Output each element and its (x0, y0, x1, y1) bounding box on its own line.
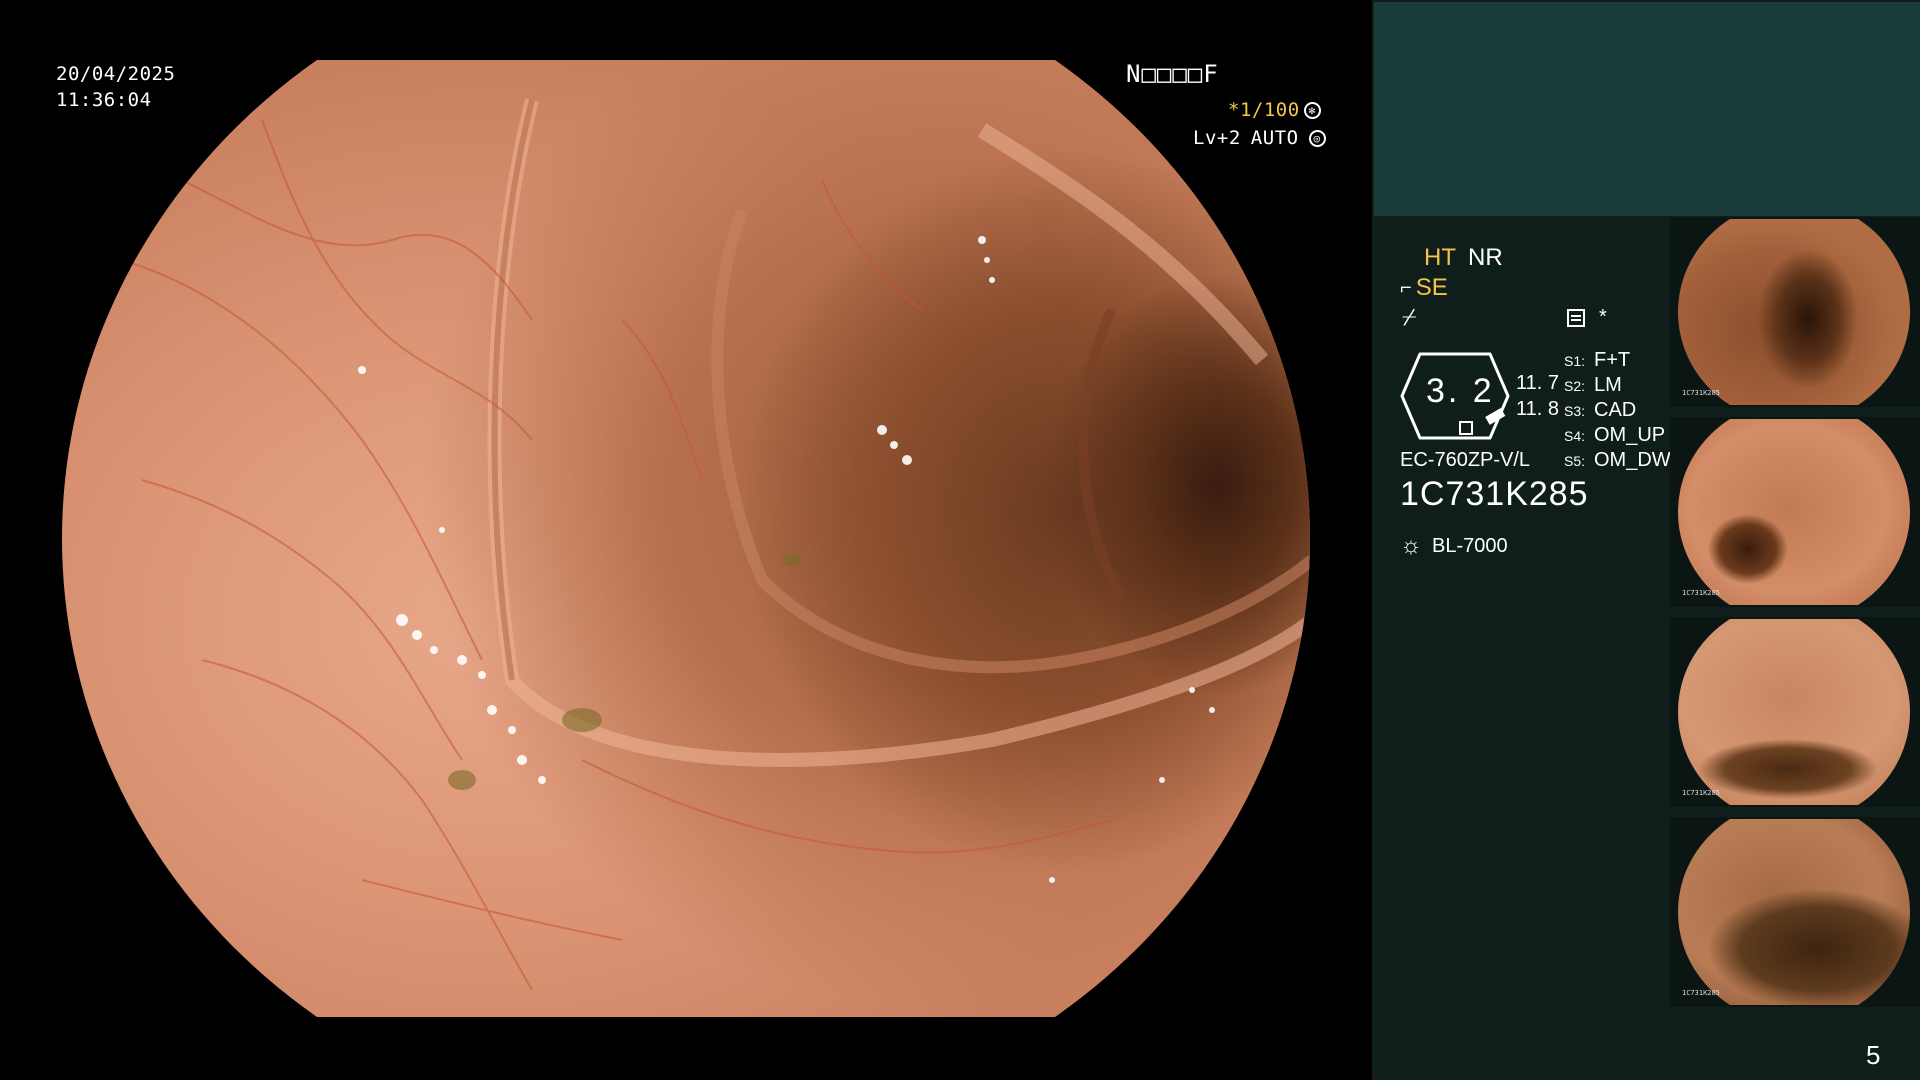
switch-item: S1: F+T (1564, 349, 1671, 374)
light-source-row: ☼ BL-7000 (1400, 532, 1508, 560)
light-source: BL-7000 (1432, 534, 1508, 557)
switch-item: S5: OM_DW (1564, 449, 1671, 474)
time-text: 11:36:04 (56, 89, 152, 111)
switch-key: S2: (1564, 378, 1586, 394)
captured-thumbnail[interactable]: 1C731K285 (1670, 417, 1920, 607)
fan-icon: ✻ (1303, 101, 1321, 119)
enhance-icon: ⌿ (1402, 304, 1417, 331)
iris-icon: ◎ (1308, 129, 1326, 147)
switch-value: CAD (1594, 399, 1637, 421)
gauge-marker (1459, 421, 1473, 435)
panel-header (1374, 2, 1920, 216)
se-label: SE (1415, 274, 1448, 301)
captured-thumbnail[interactable]: 1C731K285 (1670, 617, 1920, 807)
level-indicator: Lv+2 AUTO ◎ (1193, 126, 1326, 150)
info-panel: HT NR ⌐ SE ⌿ * 3. 2 11. 7 11. 8 S1: F+T … (1372, 0, 1920, 1080)
thumbnail-label: 1C731K285 (1682, 389, 1720, 397)
switch-item: S2: LM (1564, 374, 1671, 399)
switch-value: OM_UP (1594, 424, 1666, 446)
gauge-reading-2: 11. 8 (1516, 398, 1559, 420)
captured-thumbnail[interactable]: 1C731K285 (1670, 817, 1920, 1007)
asterisk-mark: * (1599, 306, 1607, 328)
lamp-icon: ☼ (1400, 532, 1422, 559)
date-text: 20/04/2025 (56, 63, 176, 85)
zoom-value: 3. 2 (1426, 372, 1495, 410)
patient-id: N□□□□F (1126, 60, 1219, 88)
switch-key: S1: (1564, 353, 1586, 369)
switch-value: F+T (1594, 349, 1631, 371)
image-mode-row: HT NR (1424, 244, 1503, 272)
thumbnail-image (1678, 219, 1910, 405)
thumbnail-image (1678, 419, 1910, 605)
enhancement-level: Lv+2 (1193, 127, 1241, 149)
image-count: 5 (1866, 1040, 1881, 1070)
thumbnail-label: 1C731K285 (1682, 589, 1720, 597)
captured-thumbnail[interactable]: 1C731K285 (1670, 217, 1920, 407)
switch-key: S4: (1564, 428, 1586, 444)
thumbnail-label: 1C731K285 (1682, 789, 1720, 797)
switch-value: LM (1594, 374, 1622, 396)
thumbnail-image (1678, 619, 1910, 805)
scope-model: EC-760ZP-V/L (1400, 449, 1531, 471)
thumbnail-label: 1C731K285 (1682, 989, 1720, 997)
memo-icon (1567, 308, 1585, 327)
scope-serial: 1C731K285 (1400, 475, 1589, 513)
switch-item: S4: OM_UP (1564, 424, 1671, 449)
switch-value: OM_DW (1594, 449, 1671, 471)
switch-key: S5: (1564, 453, 1586, 469)
structure-enhance-icon: ⌐ (1400, 276, 1412, 299)
switch-key: S3: (1564, 403, 1586, 419)
thumbnail-image (1678, 819, 1910, 1005)
structure-enhance-row: ⌐ SE (1400, 274, 1448, 302)
endoscopic-image (62, 60, 1310, 1017)
shutter-indicator: *1/100 ✻ (1228, 98, 1321, 122)
memo-row: * (1567, 306, 1607, 329)
shutter-speed: *1/100 (1228, 99, 1300, 121)
ht-label: HT (1424, 244, 1456, 271)
scope-switch-list: S1: F+T S2: LM S3: CAD S4: OM_UP S5: OM_… (1564, 349, 1671, 474)
iris-mode: AUTO (1250, 127, 1299, 149)
switch-item: S3: CAD (1564, 399, 1671, 424)
colon-lumen-drawing (121, 98, 1310, 991)
endoscope-view: 20/04/2025 11:36:04 N□□□□F *1/100 ✻ Lv+2… (0, 0, 1372, 1080)
nr-label: NR (1468, 244, 1503, 271)
gauge-reading-1: 11. 7 (1516, 372, 1559, 394)
